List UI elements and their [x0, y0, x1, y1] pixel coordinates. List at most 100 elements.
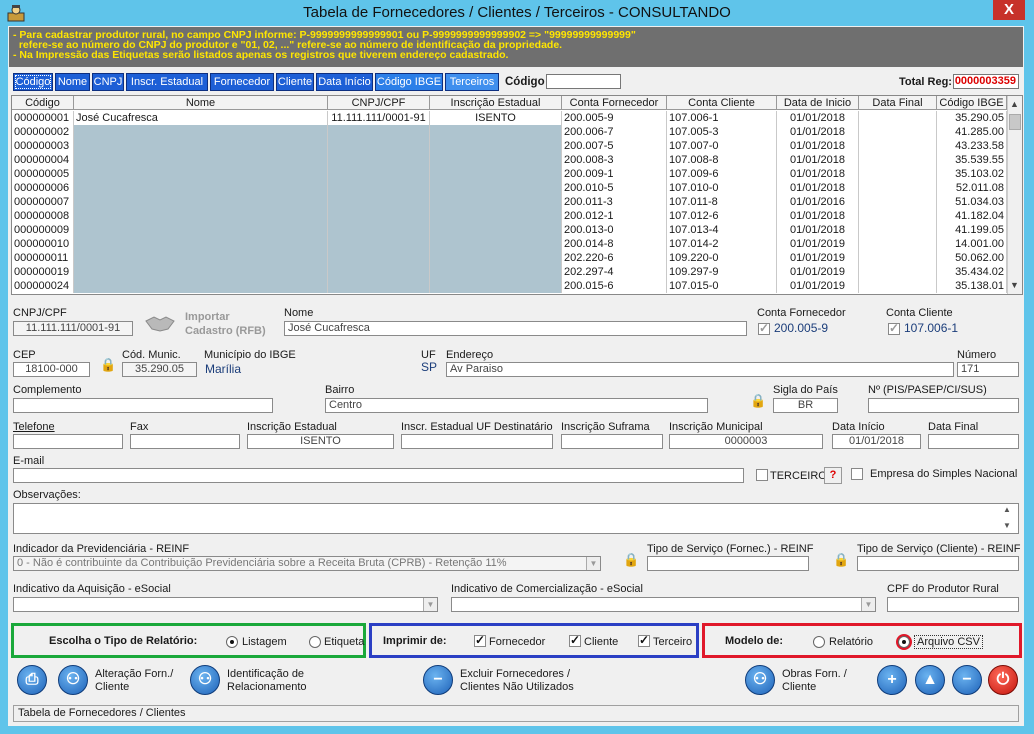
tab-data-inicio[interactable]: Data Início	[316, 73, 373, 91]
table-row[interactable]: 000000008 200.012-1 107.012-6 01/01/2018 41.…	[12, 209, 1007, 223]
email-field[interactable]	[13, 468, 744, 483]
numero-field[interactable]: 171	[957, 362, 1019, 377]
move-up-button[interactable]: ▲	[915, 665, 945, 695]
tab-codigo-ibge[interactable]: Código IBGE	[375, 73, 443, 91]
cpf-produtor-field[interactable]	[887, 597, 1019, 612]
print-button[interactable]: ⎙	[17, 665, 47, 695]
report-type-group: Escolha o Tipo de Relatório: Listagem Et…	[11, 623, 366, 658]
tab-fornecedor[interactable]: Fornecedor	[210, 73, 274, 91]
terceiro-print-checkbox[interactable]	[638, 633, 650, 647]
lock-icon[interactable]: 🔒	[750, 393, 766, 408]
cod-munic-field[interactable]: 35.290.05	[122, 362, 197, 377]
obras-forn-cliente-button[interactable]: ⚇	[745, 665, 775, 695]
reinf-select[interactable]: 0 - Não é contribuinte da Contribuição P…	[13, 556, 601, 571]
cliente-checkbox[interactable]	[569, 633, 581, 647]
scroll-thumb[interactable]	[1009, 114, 1021, 130]
scroll-down-icon[interactable]: ▼	[1010, 280, 1019, 290]
search-input[interactable]	[546, 74, 621, 89]
lock-icon[interactable]: 🔒	[100, 357, 116, 372]
cnpj-field[interactable]: 11.111.111/0001-91	[13, 321, 133, 336]
table-row[interactable]: 000000009 200.013-0 107.013-4 01/01/2018 41.…	[12, 223, 1007, 237]
inscricao-municipal-field[interactable]: 0000003	[669, 434, 823, 449]
scroll-up-icon[interactable]: ▲	[1010, 99, 1019, 109]
data-inicio-field[interactable]: 01/01/2018	[832, 434, 921, 449]
tab-terceiros[interactable]: Terceiros	[445, 73, 499, 91]
column-header[interactable]: Inscrição Estadual	[430, 96, 562, 110]
column-header[interactable]: Conta Cliente	[667, 96, 777, 110]
inscricao-estadual-field[interactable]: ISENTO	[247, 434, 394, 449]
endereco-field[interactable]: Av Paraiso	[446, 362, 954, 377]
csv-radio[interactable]	[898, 636, 910, 648]
suframa-field[interactable]	[561, 434, 663, 449]
exit-button[interactable]: ⏻	[988, 665, 1018, 695]
simples-nacional-checkbox[interactable]	[851, 468, 863, 480]
obs-scroll-down-icon[interactable]: ▼	[1003, 521, 1011, 530]
etiqueta-radio[interactable]	[309, 636, 321, 648]
tab-nome[interactable]: Nome	[55, 73, 90, 91]
fornecedor-checkbox[interactable]	[474, 633, 486, 647]
lock-icon[interactable]: 🔒	[833, 552, 849, 567]
ie-uf-destinatario-field[interactable]	[401, 434, 553, 449]
import-rfb-label-2[interactable]: Cadastro (RFB)	[185, 325, 266, 337]
column-header[interactable]: Código	[12, 96, 74, 110]
chevron-down-icon[interactable]: ▼	[423, 598, 437, 611]
handshake-icon[interactable]	[144, 313, 176, 333]
table-row[interactable]: 000000002 200.006-7 107.005-3 01/01/2018 41.…	[12, 125, 1007, 139]
table-cell: 01/01/2018	[777, 209, 859, 223]
listagem-radio[interactable]	[226, 636, 238, 648]
pis-field[interactable]	[868, 398, 1019, 413]
table-row[interactable]: 000000005 200.009-1 107.009-6 01/01/2018 35.…	[12, 167, 1007, 181]
tab-cnpj[interactable]: CNPJ	[92, 73, 124, 91]
column-header[interactable]: Nome	[74, 96, 328, 110]
table-cell: 200.005-9	[562, 111, 667, 125]
servico-cliente-field[interactable]	[857, 556, 1019, 571]
lock-icon[interactable]: 🔒	[623, 552, 639, 567]
comercializacao-select[interactable]	[451, 597, 876, 612]
fax-field[interactable]	[130, 434, 240, 449]
add-button[interactable]: +	[877, 665, 907, 695]
column-header[interactable]: Código IBGE	[937, 96, 1007, 110]
bairro-field[interactable]: Centro	[325, 398, 708, 413]
observacoes-field[interactable]	[13, 503, 1019, 534]
column-header[interactable]: Conta Fornecedor	[562, 96, 667, 110]
identificacao-relacionamento-button[interactable]: ⚇	[190, 665, 220, 695]
column-header[interactable]: Data Final	[859, 96, 937, 110]
table-row[interactable]: 000000006 200.010-5 107.010-0 01/01/2018 52.…	[12, 181, 1007, 195]
obs-scroll-up-icon[interactable]: ▲	[1003, 505, 1011, 514]
table-scrollbar[interactable]: ▲ ▼	[1007, 96, 1022, 294]
table-row[interactable]: 000000007 200.011-3 107.011-8 01/01/2016 51.…	[12, 195, 1007, 209]
column-header[interactable]: Data de Inicio	[777, 96, 859, 110]
excluir-nao-utilizados-button[interactable]: −	[423, 665, 453, 695]
table-row[interactable]: 000000001 José Cucafresca 11.111.111/0001-…	[12, 111, 1007, 125]
aquisicao-select[interactable]	[13, 597, 438, 612]
tab-codigo[interactable]: Código	[13, 73, 53, 91]
tab-cliente[interactable]: Cliente	[276, 73, 314, 91]
table-cell: 202.297-4	[562, 265, 667, 279]
complemento-field[interactable]	[13, 398, 273, 413]
close-button[interactable]: X	[993, 0, 1025, 20]
delete-button[interactable]: −	[952, 665, 982, 695]
conta-cliente-checkbox[interactable]	[888, 321, 900, 335]
alteracao-forn-cliente-button[interactable]: ⚇	[58, 665, 88, 695]
telefone-field[interactable]	[13, 434, 123, 449]
relatorio-radio[interactable]	[813, 636, 825, 648]
servico-fornec-field[interactable]	[647, 556, 809, 571]
chevron-down-icon[interactable]: ▼	[861, 598, 875, 611]
data-final-field[interactable]	[928, 434, 1019, 449]
table-row[interactable]: 000000004 200.008-3 107.008-8 01/01/2018 35.…	[12, 153, 1007, 167]
help-button[interactable]: ?	[824, 467, 842, 484]
table-row[interactable]: 000000011 202.220-6 109.220-0 01/01/2019 50.…	[12, 251, 1007, 265]
cep-field[interactable]: 18100-000	[13, 362, 90, 377]
tab-inscr-estadual[interactable]: Inscr. Estadual	[126, 73, 208, 91]
import-rfb-label-1[interactable]: Importar	[185, 311, 230, 323]
nome-field[interactable]: José Cucafresca	[284, 321, 747, 336]
column-header[interactable]: CNPJ/CPF	[328, 96, 430, 110]
chevron-down-icon[interactable]: ▼	[586, 557, 600, 570]
terceiro-checkbox[interactable]	[756, 469, 768, 481]
table-row[interactable]: 000000003 200.007-5 107.007-0 01/01/2018 43.…	[12, 139, 1007, 153]
table-row[interactable]: 000000019 202.297-4 109.297-9 01/01/2019 35.…	[12, 265, 1007, 279]
table-row[interactable]: 000000024 200.015-6 107.015-0 01/01/2019 35.…	[12, 279, 1007, 293]
table-row[interactable]: 000000010 200.014-8 107.014-2 01/01/2019 14.…	[12, 237, 1007, 251]
sigla-pais-field[interactable]: BR	[773, 398, 838, 413]
conta-fornecedor-checkbox[interactable]	[758, 321, 770, 335]
